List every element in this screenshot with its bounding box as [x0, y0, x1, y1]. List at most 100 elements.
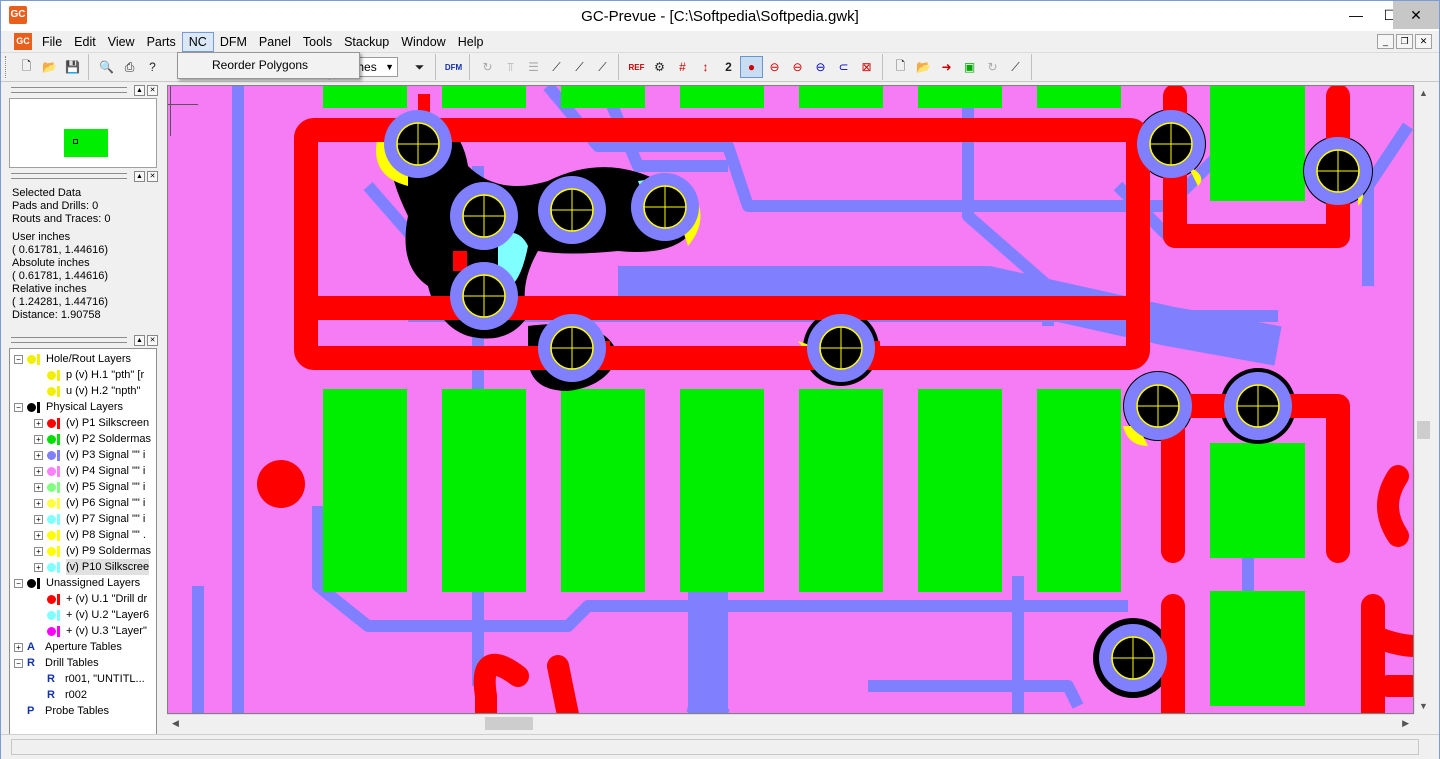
preview-panel-header[interactable]: ▲ ✕	[9, 84, 159, 97]
mdi-restore-button[interactable]: ❐	[1396, 34, 1413, 49]
menu-parts[interactable]: Parts	[141, 32, 182, 52]
number-icon[interactable]: 2	[717, 56, 740, 78]
close-icon[interactable]: ✕	[147, 171, 158, 182]
collapse-node-icon[interactable]: −	[14, 658, 23, 668]
menu-panel[interactable]: Panel	[253, 32, 297, 52]
expand-node-icon[interactable]: +	[34, 482, 43, 492]
canvas-horizontal-scrollbar[interactable]: ◀ ▶	[167, 714, 1414, 731]
layer-color-icon[interactable]	[47, 482, 56, 492]
tree-row[interactable]: + (v) P2 Soldermas	[34, 431, 151, 447]
tree-row[interactable]: − R Drill Tables	[14, 655, 99, 671]
ref-icon[interactable]: REF	[625, 56, 648, 78]
tree-row[interactable]: + (v) P3 Signal "" i	[34, 447, 145, 463]
measure-panel-icon[interactable]: ⟋	[1004, 56, 1027, 78]
collapse-icon[interactable]: ▲	[134, 85, 145, 96]
component-icon[interactable]: ⚙	[648, 56, 671, 78]
expand-node-icon[interactable]: +	[34, 514, 43, 524]
import-icon[interactable]: ➜	[935, 56, 958, 78]
close-button[interactable]: ✕	[1393, 1, 1439, 29]
new-file-icon[interactable]: 🗋	[15, 56, 38, 78]
expand-node-icon[interactable]: +	[34, 434, 43, 444]
close-icon[interactable]: ✕	[147, 335, 158, 346]
open-folder-icon[interactable]: 📂	[38, 56, 61, 78]
tree-row[interactable]: + A Aperture Tables	[14, 639, 122, 655]
expand-node-icon[interactable]: +	[34, 562, 43, 572]
layer-color-icon[interactable]	[47, 370, 56, 380]
align-top-icon[interactable]: ⫪	[499, 56, 522, 78]
tree-row[interactable]: − Hole/Rout Layers	[14, 351, 131, 367]
menu-tools[interactable]: Tools	[297, 32, 338, 52]
menu-dfm[interactable]: DFM	[214, 32, 253, 52]
expand-node-icon[interactable]: +	[34, 530, 43, 540]
menu-stackup[interactable]: Stackup	[338, 32, 395, 52]
tree-row[interactable]: + (v) P9 Soldermas	[34, 543, 151, 559]
collapse-icon[interactable]: ▲	[134, 171, 145, 182]
expand-node-icon[interactable]: +	[34, 546, 43, 556]
scroll-up-icon[interactable]: ▲	[1419, 88, 1428, 98]
tree-row[interactable]: + (v) P1 Silkscreen	[34, 415, 149, 431]
tree-row[interactable]: + (v) P7 Signal "" i	[34, 511, 145, 527]
tree-row[interactable]: Rr002	[34, 687, 87, 703]
print-preview-icon[interactable]: 🔍	[95, 56, 118, 78]
layer-color-icon[interactable]	[27, 402, 36, 412]
info-panel-header[interactable]: ▲ ✕	[9, 170, 159, 183]
measure-angle-icon[interactable]: ⟋	[568, 56, 591, 78]
minimize-button[interactable]: —	[1339, 1, 1373, 29]
expand-node-icon[interactable]: +	[14, 642, 23, 652]
expand-node-icon[interactable]: +	[34, 498, 43, 508]
collapse-node-icon[interactable]: −	[14, 354, 23, 364]
layer-color-icon[interactable]	[47, 530, 56, 540]
reorder-polygons-menu-item[interactable]: Reorder Polygons	[180, 55, 357, 76]
tree-row[interactable]: + (v) U.3 "Layer"	[34, 623, 147, 639]
drill-blue-icon[interactable]: ⊖	[809, 56, 832, 78]
layer-color-icon[interactable]	[47, 562, 56, 572]
tree-row[interactable]: u (v) H.2 "npth"	[34, 383, 140, 399]
help-icon[interactable]: ?	[141, 56, 164, 78]
tree-row[interactable]: + (v) P4 Signal "" i	[34, 463, 145, 479]
layer-color-icon[interactable]	[47, 466, 56, 476]
expand-node-icon[interactable]: +	[34, 450, 43, 460]
menu-window[interactable]: Window	[395, 32, 451, 52]
align-left-icon[interactable]: ☰	[522, 56, 545, 78]
layer-color-icon[interactable]	[47, 594, 56, 604]
layer-color-icon[interactable]	[47, 434, 56, 444]
rotate-icon[interactable]: ↻	[476, 56, 499, 78]
layer-color-icon[interactable]	[47, 610, 56, 620]
sort-icon[interactable]: ↕	[694, 56, 717, 78]
layer-color-icon[interactable]	[47, 498, 56, 508]
close-icon[interactable]: ✕	[147, 85, 158, 96]
menu-help[interactable]: Help	[452, 32, 490, 52]
tree-row[interactable]: + (v) P6 Signal "" i	[34, 495, 145, 511]
board-icon[interactable]: ▣	[958, 56, 981, 78]
measure-xy-icon[interactable]: ⟋	[545, 56, 568, 78]
layer-color-icon[interactable]	[47, 514, 56, 524]
save-icon[interactable]: 💾	[61, 56, 84, 78]
menu-file[interactable]: File	[36, 32, 68, 52]
layer-color-icon[interactable]	[27, 578, 36, 588]
expand-node-icon[interactable]: +	[34, 418, 43, 428]
measure-point-icon[interactable]: ⟋	[591, 56, 614, 78]
new-panel-icon[interactable]: 🗋	[889, 56, 912, 78]
rotate-panel-icon[interactable]: ↻	[981, 56, 1004, 78]
tree-row[interactable]: − Physical Layers	[14, 399, 123, 415]
menu-nc[interactable]: NC	[181, 31, 214, 52]
canvas-vertical-scrollbar[interactable]: ▲ ▼	[1414, 85, 1431, 714]
pcb-canvas[interactable]	[167, 85, 1414, 714]
expand-node-icon[interactable]: +	[34, 466, 43, 476]
scroll-left-icon[interactable]: ◀	[172, 718, 179, 729]
document-icon[interactable]: GC	[14, 33, 32, 50]
tree-row[interactable]: Rr001, "UNTITL...	[34, 671, 145, 687]
vertical-scroll-thumb[interactable]	[1417, 421, 1430, 439]
tree-row[interactable]: P Probe Tables	[14, 703, 109, 719]
layer-color-icon[interactable]	[47, 418, 56, 428]
pad-select-icon[interactable]: ●	[740, 56, 763, 78]
filter-icon[interactable]: ⏷	[408, 56, 431, 78]
print-icon[interactable]: ⎙	[118, 56, 141, 78]
layer-color-icon[interactable]	[47, 546, 56, 556]
menu-view[interactable]: View	[102, 32, 141, 52]
menu-edit[interactable]: Edit	[68, 32, 102, 52]
tree-row[interactable]: p (v) H.1 "pth" [r	[34, 367, 144, 383]
collapse-icon[interactable]: ▲	[134, 335, 145, 346]
layer-color-icon[interactable]	[47, 626, 56, 636]
tree-row[interactable]: + (v) P5 Signal "" i	[34, 479, 145, 495]
